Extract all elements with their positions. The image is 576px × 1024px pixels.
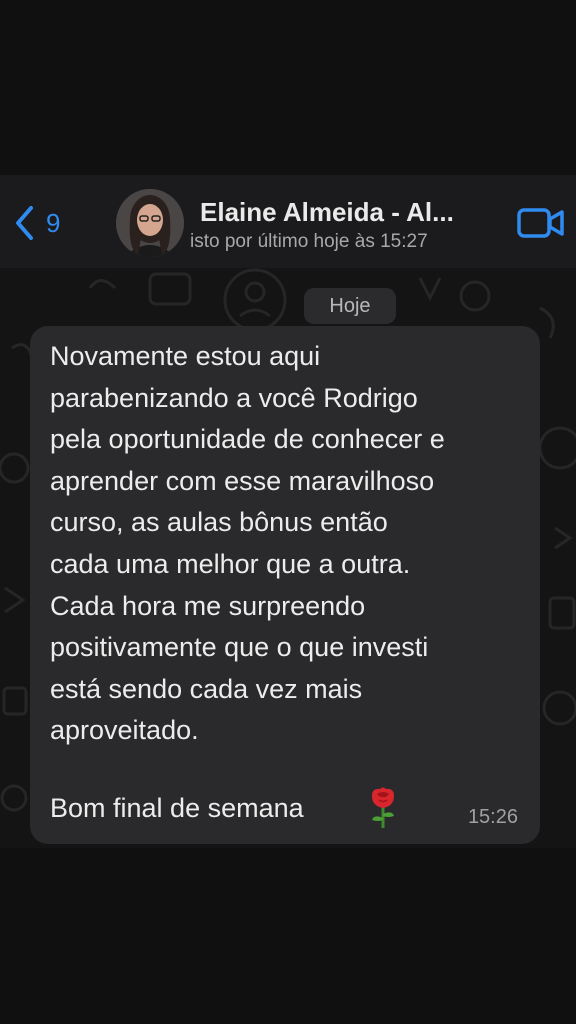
message-line: aproveitado.: [50, 715, 199, 746]
video-call-button[interactable]: [516, 205, 566, 241]
message-line: Cada hora me surpreendo: [50, 590, 366, 621]
screenshot-frame: 9 Elaine Almeida - Al... isto por último…: [0, 0, 576, 1024]
chat-area[interactable]: Hoje Novamente estou aqui parabenizando …: [0, 268, 576, 848]
chat-header: 9 Elaine Almeida - Al... isto por último…: [0, 175, 576, 268]
last-seen-status: isto por último hoje às 15:27: [190, 231, 428, 252]
message-bubble[interactable]: Novamente estou aqui parabenizando a voc…: [30, 326, 540, 844]
avatar[interactable]: [116, 189, 184, 257]
message-closing: Bom final de semana: [50, 793, 304, 823]
message-line: pela oportunidade de conhecer e: [50, 424, 445, 455]
message-line: positivamente que o que investi: [50, 632, 429, 663]
top-letterbox: [0, 0, 576, 175]
message-line: cada uma melhor que a outra.: [50, 548, 411, 579]
message-line: curso, as aulas bônus então: [50, 507, 388, 538]
video-camera-icon: [516, 208, 566, 245]
message-line: aprender com esse maravilhoso: [50, 465, 435, 496]
message-line: Novamente estou aqui: [50, 341, 321, 371]
contact-name[interactable]: Elaine Almeida - Al...: [200, 197, 454, 228]
back-button[interactable]: 9: [14, 201, 84, 245]
message-text: Novamente estou aqui parabenizando a voc…: [50, 336, 530, 752]
unread-count: 9: [46, 207, 61, 238]
message-line: parabenizando a você Rodrigo: [50, 382, 418, 413]
date-separator: Hoje: [304, 288, 396, 324]
chevron-left-icon: [14, 205, 34, 241]
message-line: está sendo cada vez mais: [50, 673, 363, 704]
rose-icon: [366, 786, 400, 830]
message-timestamp: 15:26: [467, 806, 518, 828]
bottom-letterbox: [0, 848, 576, 1024]
